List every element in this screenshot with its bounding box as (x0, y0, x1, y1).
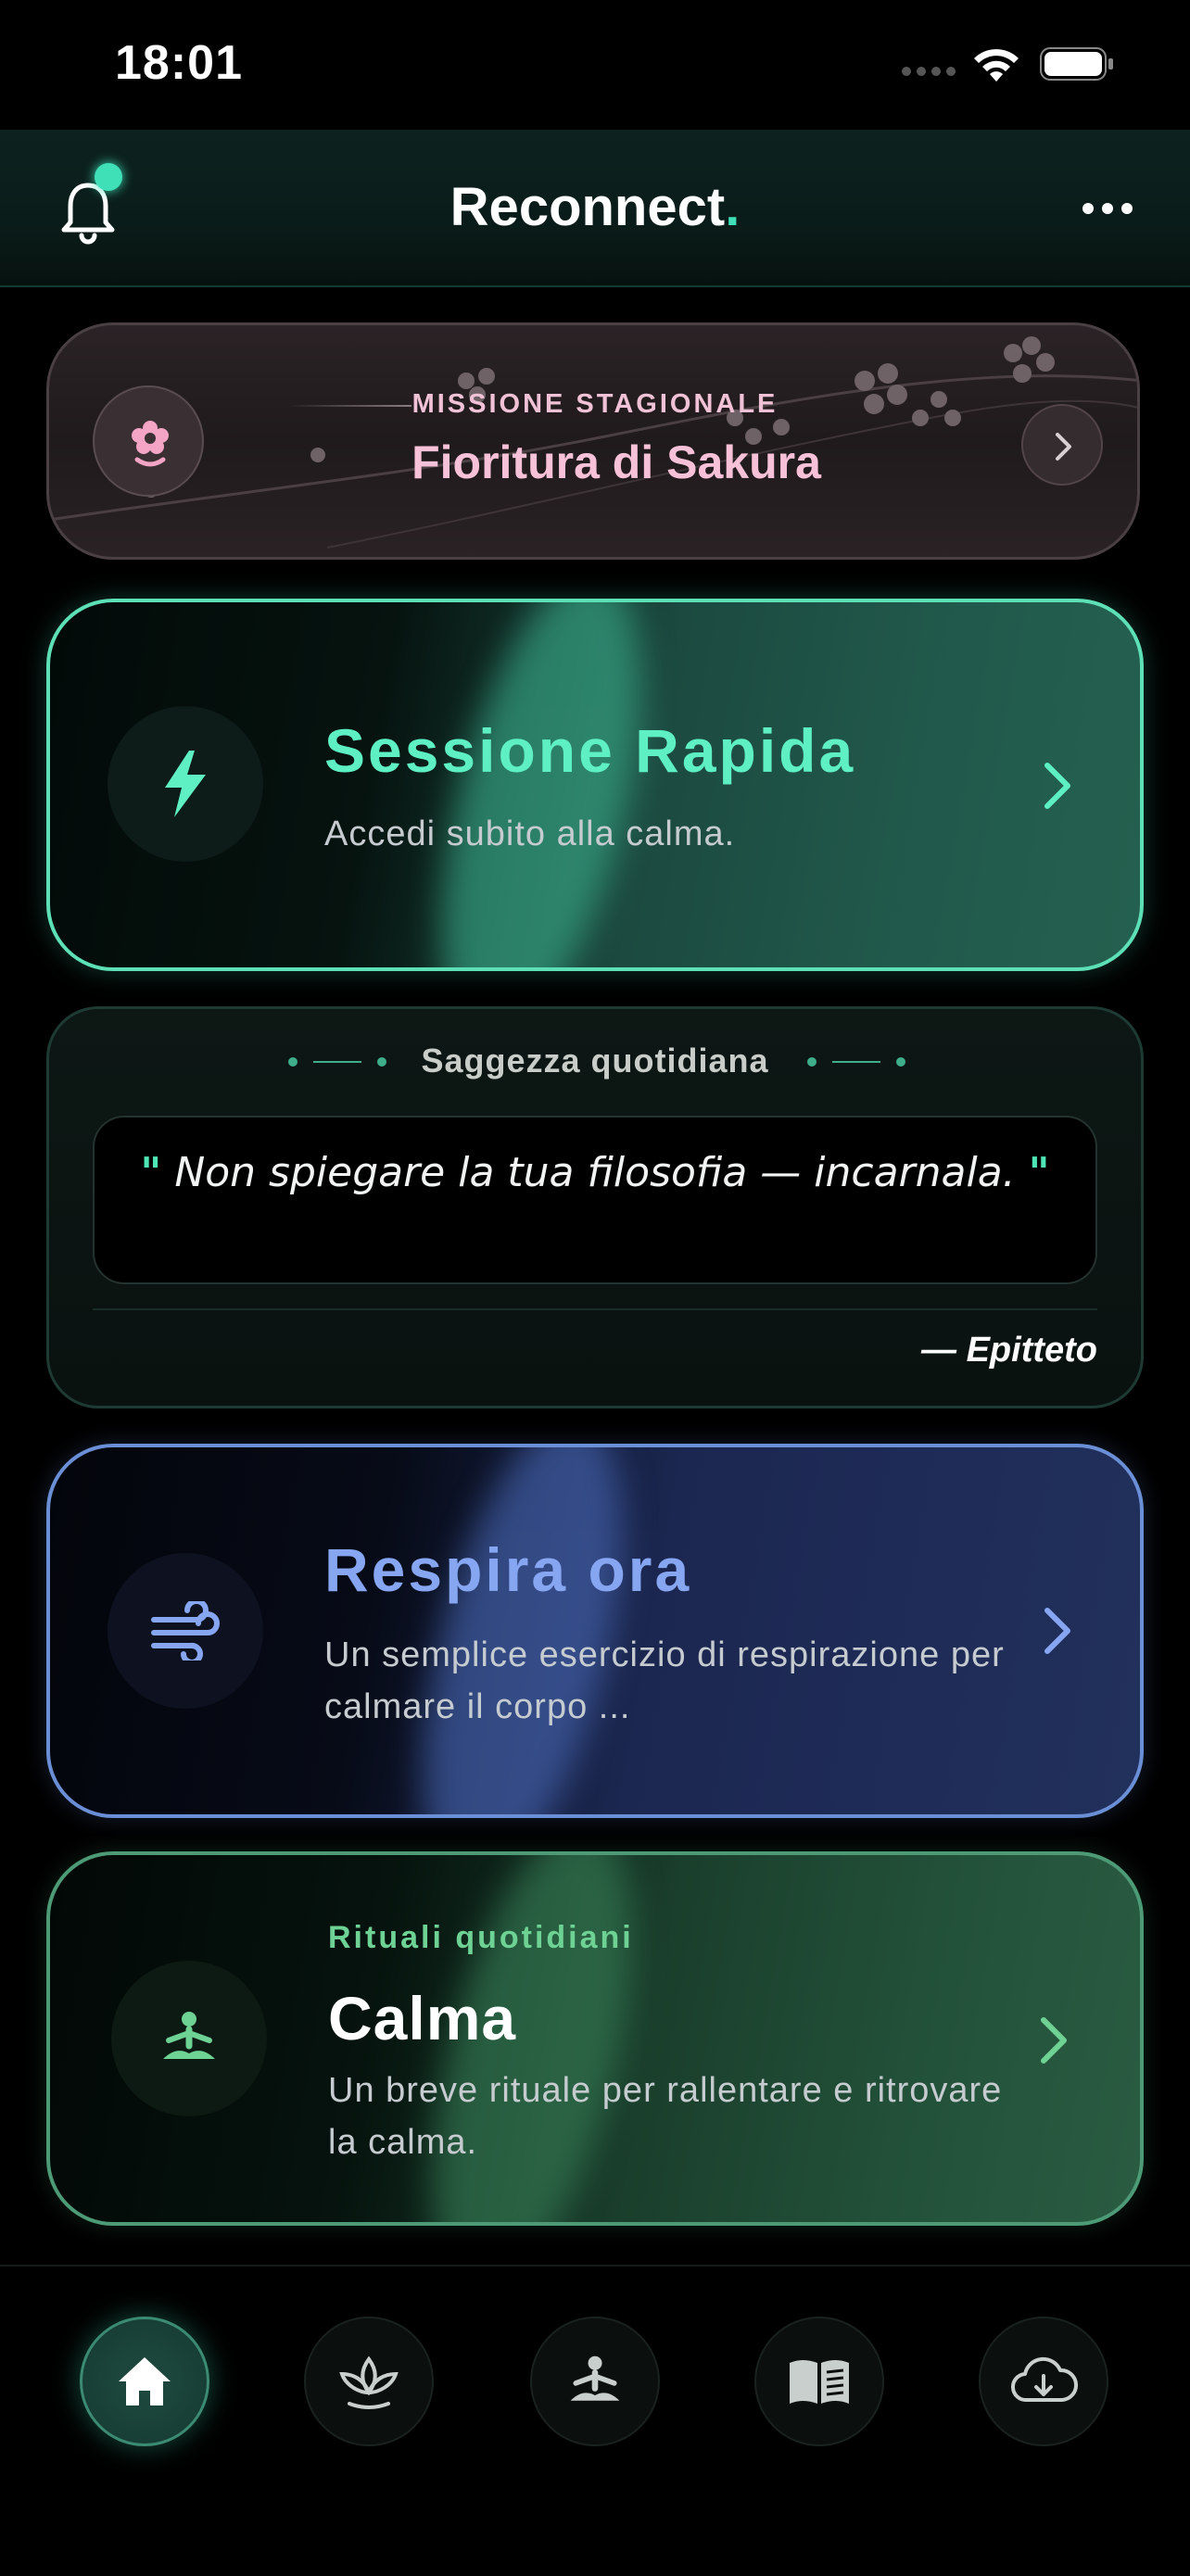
quote-author: — Epitteto (921, 1331, 1097, 1370)
cellular-signal-icon (902, 67, 956, 76)
lightning-icon (165, 751, 206, 817)
chevron-right-icon (1041, 2017, 1067, 2064)
cloud-download-icon (1010, 2356, 1078, 2403)
app-title-dot: . (725, 177, 741, 237)
wisdom-heading: Saggezza quotidiana (421, 1042, 769, 1080)
ritual-title: Calma (328, 1984, 517, 2052)
tab-growth[interactable] (304, 2317, 434, 2446)
quote-text: " Non spiegare la tua filosofia — incarn… (139, 1145, 1051, 1201)
quick-session-title: Sessione Rapida (324, 716, 856, 785)
mission-kicker: MISSIONE STAGIONALE (411, 389, 779, 419)
breathe-subtitle: Un semplice esercizio di respirazione pe… (324, 1635, 1005, 1726)
tab-home[interactable] (80, 2317, 209, 2446)
tab-journal[interactable] (754, 2317, 884, 2446)
open-quote-mark: " (140, 1149, 162, 1196)
app-title-text: Reconnect (449, 177, 726, 237)
quote-body: Non spiegare la tua filosofia — incarnal… (174, 1149, 1016, 1196)
wind-icon (151, 1601, 220, 1661)
app-title: Reconnect. (0, 176, 1190, 238)
status-time: 18:01 (115, 36, 243, 90)
chevron-right-icon (1056, 433, 1071, 461)
chevron-right-icon (1044, 763, 1070, 809)
meditation-icon (163, 2012, 215, 2059)
ornament-right-icon (807, 1057, 905, 1067)
mission-title: Fioritura di Sakura (411, 436, 821, 488)
mission-open-button[interactable] (1021, 404, 1103, 486)
breathe-title: Respira ora (324, 1535, 692, 1604)
ritual-icon-circle (111, 1961, 267, 2116)
quick-session-subtitle: Accedi subito alla calma. (324, 814, 736, 853)
home-icon (119, 2357, 171, 2406)
meditation-icon (570, 2355, 620, 2401)
plant-icon (339, 2355, 399, 2409)
home-indicator-area (0, 2539, 1190, 2574)
tab-downloads[interactable] (979, 2317, 1108, 2446)
ritual-kicker: Rituali quotidiani (328, 1920, 634, 1955)
more-options-icon[interactable] (1075, 185, 1140, 232)
chevron-right-icon (1044, 1608, 1070, 1654)
quick-session-icon-circle (108, 706, 263, 862)
book-icon (790, 2360, 849, 2404)
wisdom-divider (93, 1308, 1097, 1310)
wifi-icon (974, 49, 1019, 82)
breathe-icon-circle (108, 1553, 263, 1709)
tab-meditate[interactable] (530, 2317, 660, 2446)
close-quote-mark: " (1028, 1149, 1050, 1196)
battery-icon (1040, 47, 1113, 81)
ritual-subtitle: Un breve rituale per rallentare e ritrov… (328, 2071, 1003, 2162)
